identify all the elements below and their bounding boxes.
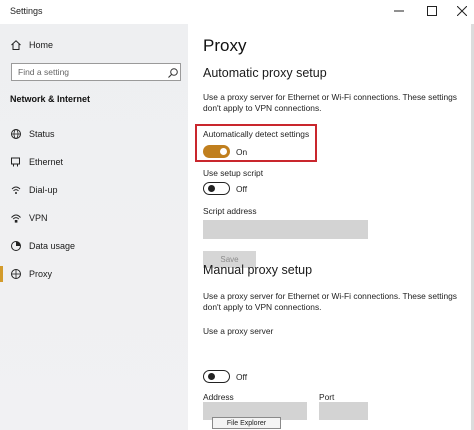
sidebar-item-data-usage[interactable]: Data usage xyxy=(10,239,180,253)
use-proxy-label: Use a proxy server xyxy=(203,326,274,336)
setup-script-label: Use setup script xyxy=(203,168,264,178)
maximize-button[interactable] xyxy=(422,3,442,19)
script-address-field[interactable] xyxy=(203,220,368,239)
sidebar-item-vpn[interactable]: VPN xyxy=(10,211,180,225)
title-bar: Settings xyxy=(0,0,474,24)
sidebar-item-status[interactable]: Status xyxy=(10,127,180,141)
globe-icon xyxy=(10,128,22,140)
use-proxy-toggle[interactable] xyxy=(203,370,230,383)
detect-settings-label: Automatically detect settings xyxy=(203,129,310,139)
maximize-icon xyxy=(427,6,437,16)
manual-setup-description: Use a proxy server for Ethernet or Wi-Fi… xyxy=(203,291,457,312)
sidebar-item-label: Dial-up xyxy=(29,185,58,195)
search-input[interactable] xyxy=(12,64,162,80)
home-label: Home xyxy=(29,40,54,50)
sidebar-item-proxy[interactable]: Proxy xyxy=(10,267,180,281)
use-proxy-state: Off xyxy=(236,372,248,382)
data-usage-icon xyxy=(10,240,22,252)
dial-up-icon xyxy=(10,184,22,196)
setup-script-toggle[interactable] xyxy=(203,182,230,195)
manual-setup-heading: Manual proxy setup xyxy=(203,263,313,277)
sidebar-item-label: Status xyxy=(29,129,55,139)
ethernet-icon xyxy=(10,156,22,168)
file-explorer-tooltip: File Explorer xyxy=(212,417,281,429)
toggle-knob xyxy=(220,148,227,155)
active-indicator xyxy=(0,266,3,282)
sidebar-item-label: Proxy xyxy=(29,269,53,279)
search-icon[interactable] xyxy=(167,66,179,84)
sidebar xyxy=(0,24,188,430)
sidebar-item-dial-up[interactable]: Dial-up xyxy=(10,183,180,197)
automatic-setup-heading: Automatic proxy setup xyxy=(203,66,327,80)
close-button[interactable] xyxy=(452,3,472,19)
sidebar-home[interactable]: Home xyxy=(10,38,53,52)
sidebar-item-ethernet[interactable]: Ethernet xyxy=(10,155,180,169)
detect-settings-toggle[interactable] xyxy=(203,145,230,158)
sidebar-item-label: Ethernet xyxy=(29,157,64,167)
page-title: Proxy xyxy=(203,36,247,55)
toggle-knob xyxy=(207,184,215,192)
toggle-knob xyxy=(207,372,215,380)
search-box[interactable] xyxy=(11,63,181,81)
proxy-port-field[interactable] xyxy=(319,402,368,420)
script-address-label: Script address xyxy=(203,206,257,216)
minimize-icon xyxy=(394,10,404,12)
minimize-button[interactable] xyxy=(389,3,409,19)
proxy-icon xyxy=(10,268,22,280)
proxy-address-label: Address xyxy=(203,392,234,402)
home-icon xyxy=(10,39,22,51)
sidebar-item-label: VPN xyxy=(29,213,48,223)
close-icon xyxy=(457,6,467,16)
detect-settings-state: On xyxy=(236,147,248,157)
section-heading: Network & Internet xyxy=(10,94,91,104)
window-title: Settings xyxy=(10,6,43,16)
sidebar-item-label: Data usage xyxy=(29,241,76,251)
automatic-setup-description: Use a proxy server for Ethernet or Wi-Fi… xyxy=(203,92,457,113)
vpn-icon xyxy=(10,212,22,224)
proxy-port-label: Port xyxy=(319,392,335,402)
setup-script-state: Off xyxy=(236,184,248,194)
